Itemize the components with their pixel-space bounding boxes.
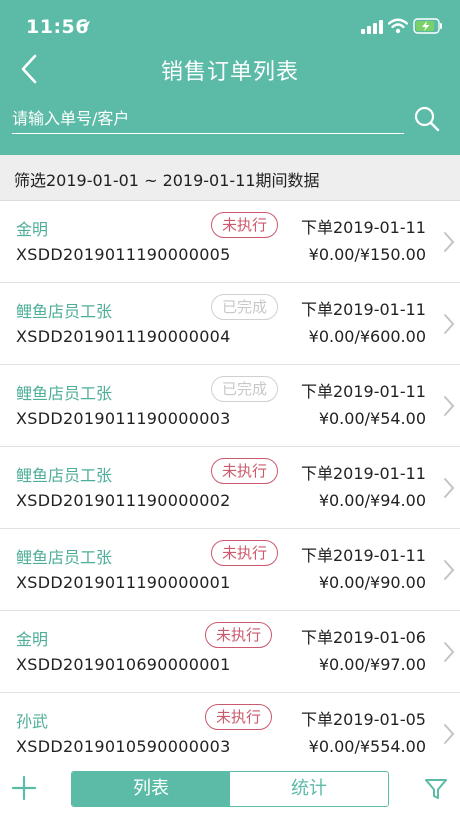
order-number: XSDD2019011190000002 [16,491,231,510]
status-badge: 已完成 [211,294,279,320]
order-number: XSDD2019011190000005 [16,245,231,264]
tab-statistics[interactable]: 统计 [230,772,388,806]
status-badge: 未执行 [211,540,279,566]
wifi-icon [388,18,408,34]
order-date: 下单2019-01-11 [301,300,426,319]
signal-icon [361,20,383,34]
order-number: XSDD2019010690000001 [16,655,231,674]
order-amount: ¥0.00/¥600.00 [308,327,426,346]
chevron-right-icon [444,478,455,498]
order-date: 下单2019-01-05 [301,710,426,729]
status-badge: 未执行 [211,458,279,484]
nav-bar: 销售订单列表 [0,48,460,92]
status-badge: 已完成 [211,376,279,402]
order-row[interactable]: 鲤鱼店员工张 XSDD2019011190000003 已完成 下单2019-0… [0,365,460,447]
order-customer: 孙武 [16,712,49,731]
order-customer: 金明 [16,630,49,649]
bottom-toolbar: 列表 统计 [0,760,460,818]
order-row[interactable]: 金明 XSDD2019011190000005 未执行 下单2019-01-11… [0,201,460,283]
search-bar [0,100,460,142]
status-badge: 未执行 [205,622,273,648]
chevron-right-icon [444,232,455,252]
plus-icon[interactable] [10,774,38,802]
order-amount: ¥0.00/¥554.00 [308,737,426,756]
funnel-filter-icon[interactable] [424,777,448,801]
order-customer: 鲤鱼店员工张 [16,302,113,321]
order-row[interactable]: 鲤鱼店员工张 XSDD2019011190000002 未执行 下单2019-0… [0,447,460,529]
chevron-right-icon [444,396,455,416]
order-row[interactable]: 鲤鱼店员工张 XSDD2019011190000001 未执行 下单2019-0… [0,529,460,611]
chevron-right-icon [444,642,455,662]
order-date: 下单2019-01-11 [301,382,426,401]
search-input[interactable] [12,106,404,134]
order-number: XSDD2019011190000001 [16,573,231,592]
order-number: XSDD2019010590000003 [16,737,231,756]
order-row[interactable]: 金明 XSDD2019010690000001 未执行 下单2019-01-06… [0,611,460,693]
order-amount: ¥0.00/¥54.00 [318,409,426,428]
order-date: 下单2019-01-11 [301,464,426,483]
status-badge: 未执行 [211,212,279,238]
page-title: 销售订单列表 [160,60,299,85]
order-date: 下单2019-01-11 [301,218,426,237]
order-date: 下单2019-01-11 [301,546,426,565]
battery-charging-icon [413,18,442,34]
filter-date-range: 筛选2019-01-01 ~ 2019-01-11期间数据 [14,171,320,190]
order-customer: 鲤鱼店员工张 [16,548,113,567]
order-customer: 金明 [16,220,49,239]
app-header: 11:56 销售订单列表 [0,0,460,155]
chevron-right-icon [444,724,455,744]
order-number: XSDD2019011190000004 [16,327,231,346]
filter-bar: 筛选2019-01-01 ~ 2019-01-11期间数据 [0,155,460,201]
status-badge: 未执行 [205,704,273,730]
order-amount: ¥0.00/¥94.00 [318,491,426,510]
tab-list[interactable]: 列表 [72,772,230,806]
order-customer: 鲤鱼店员工张 [16,466,113,485]
order-row[interactable]: 鲤鱼店员工张 XSDD2019011190000004 已完成 下单2019-0… [0,283,460,365]
view-segmented-control: 列表 统计 [71,771,389,807]
search-button[interactable] [410,102,444,136]
search-icon [414,106,440,132]
chevron-right-icon [444,314,455,334]
order-amount: ¥0.00/¥90.00 [318,573,426,592]
order-list: 金明 XSDD2019011190000005 未执行 下单2019-01-11… [0,201,460,775]
order-customer: 鲤鱼店员工张 [16,384,113,403]
order-number: XSDD2019011190000003 [16,409,231,428]
order-date: 下单2019-01-06 [301,628,426,647]
order-amount: ¥0.00/¥150.00 [308,245,426,264]
chevron-right-icon [444,560,455,580]
order-amount: ¥0.00/¥97.00 [318,655,426,674]
status-bar: 11:56 [0,0,460,48]
location-arrow-icon [80,21,90,31]
